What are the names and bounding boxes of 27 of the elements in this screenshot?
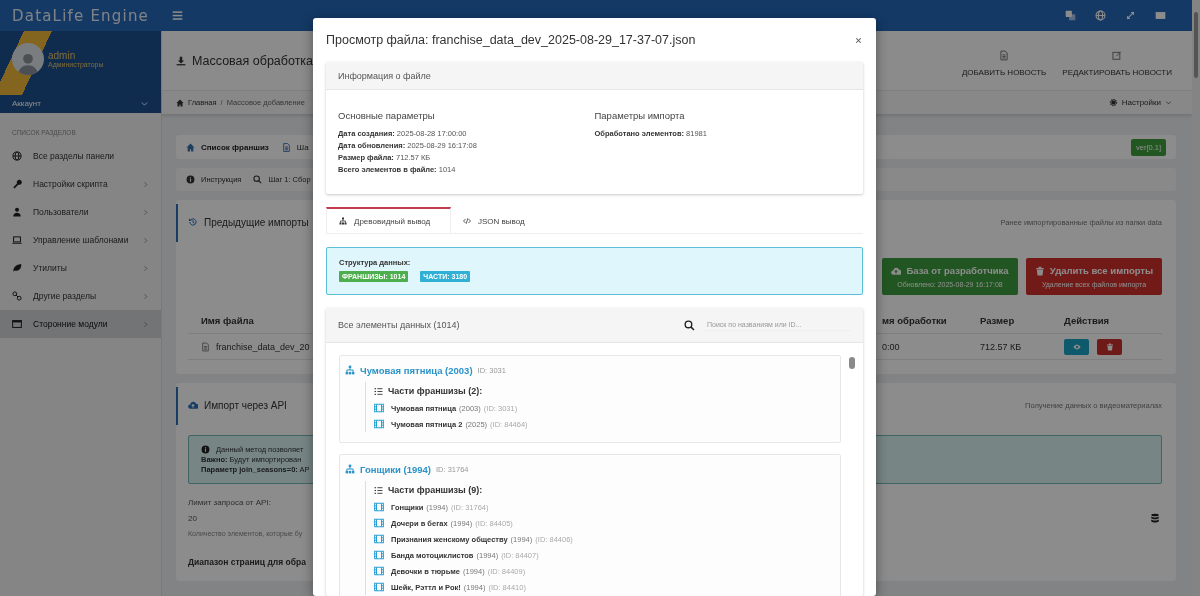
column-header: мя обработки xyxy=(882,315,947,326)
modal-title: Просмотр файла: franchise_data_dev_2025-08-29_17-37-07.json xyxy=(326,33,696,47)
column-header: Имя файла xyxy=(201,315,254,326)
parts-heading: Части франшизы (9): xyxy=(388,485,483,495)
column-header: Размер xyxy=(980,315,1015,326)
parts-heading: Части франшизы (2): xyxy=(388,386,483,396)
sidebar-item-label: Все разделы панели xyxy=(33,151,116,161)
field-label: Лимит запроса от API: xyxy=(188,498,272,507)
card-title: Предыдущие импорты xyxy=(204,216,309,228)
sidebar-item-label: Пользователи xyxy=(33,207,90,217)
page-title: Массовая обработка xyxy=(192,53,314,68)
table-cell: franchise_data_dev_20 xyxy=(216,341,310,352)
group-heading: Основные параметры xyxy=(338,110,436,121)
table-cell: 712.57 КБ xyxy=(980,341,1022,352)
column-header: Действия xyxy=(1064,315,1110,326)
user-name: admin xyxy=(48,50,77,61)
card-title: Импорт через API xyxy=(204,399,287,411)
table-cell: 0:00 xyxy=(882,341,900,352)
sidebar-item-label: Утилиты xyxy=(33,263,68,273)
card-header: Информация о файле xyxy=(326,62,863,90)
sidebar-item-label: Другие разделы xyxy=(33,291,98,301)
group-heading: Параметры импорта xyxy=(594,110,686,121)
card-header: Все элементы данных (1014) xyxy=(338,320,460,330)
sidebar-item-label: Сторонние модули xyxy=(33,319,109,329)
sidebar-item-label: Управление шаблонами xyxy=(33,235,130,245)
account-label: Аккаунт xyxy=(12,99,41,108)
sidebar-item-label: Настройки скрипта xyxy=(33,179,109,189)
